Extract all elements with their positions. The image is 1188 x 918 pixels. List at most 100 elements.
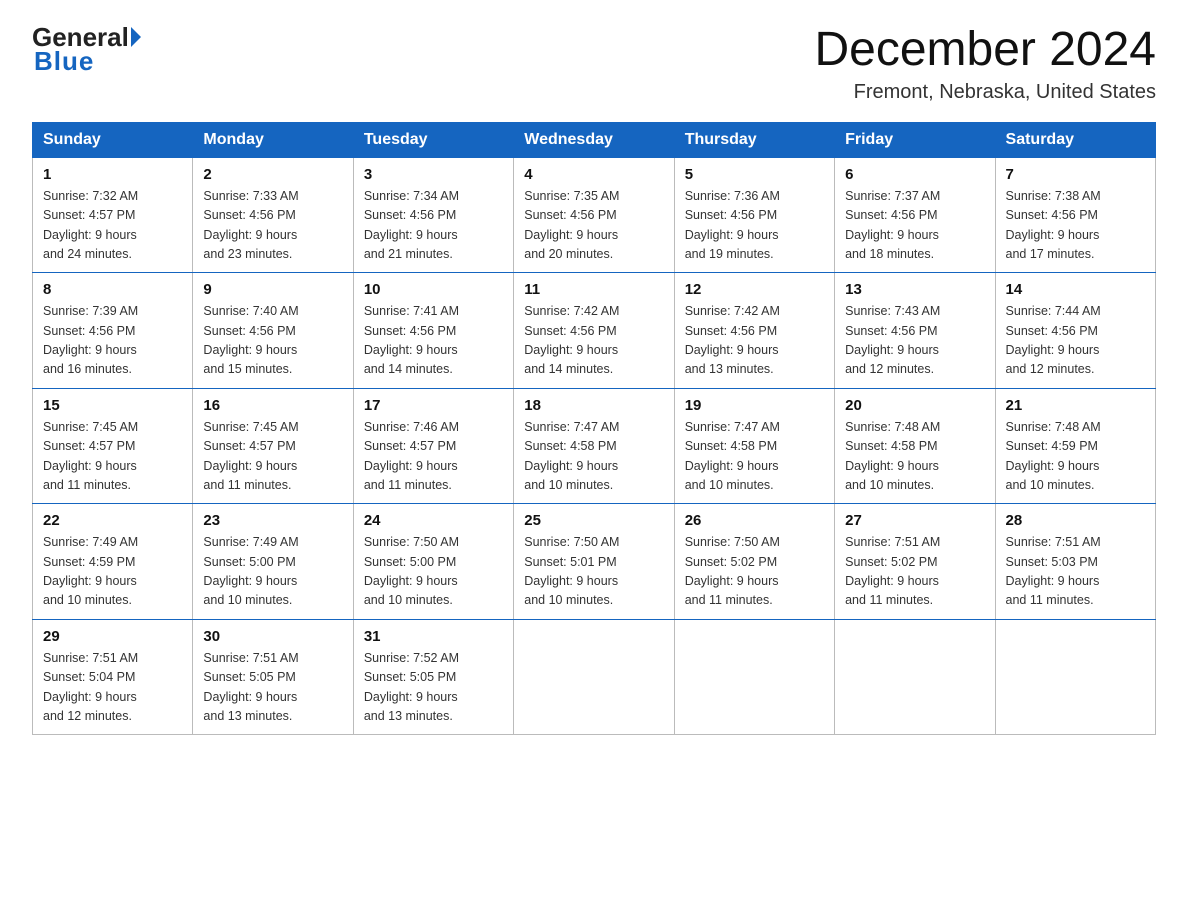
calendar-cell	[514, 619, 674, 735]
day-number: 20	[845, 397, 984, 414]
day-info: Sunrise: 7:50 AMSunset: 5:02 PMDaylight:…	[685, 533, 824, 611]
calendar-cell: 25 Sunrise: 7:50 AMSunset: 5:01 PMDayligh…	[514, 504, 674, 620]
day-info: Sunrise: 7:44 AMSunset: 4:56 PMDaylight:…	[1006, 302, 1145, 380]
day-info: Sunrise: 7:33 AMSunset: 4:56 PMDaylight:…	[203, 187, 342, 265]
calendar-title: December 2024	[814, 24, 1156, 77]
day-info: Sunrise: 7:50 AMSunset: 5:01 PMDaylight:…	[524, 533, 663, 611]
calendar-cell: 31 Sunrise: 7:52 AMSunset: 5:05 PMDayligh…	[353, 619, 513, 735]
day-number: 27	[845, 512, 984, 529]
day-number: 5	[685, 166, 824, 183]
day-header-thursday: Thursday	[674, 122, 834, 157]
day-info: Sunrise: 7:34 AMSunset: 4:56 PMDaylight:…	[364, 187, 503, 265]
calendar-cell: 10Sunrise: 7:41 AMSunset: 4:56 PMDayligh…	[353, 273, 513, 389]
day-number: 12	[685, 281, 824, 298]
day-number: 15	[43, 397, 182, 414]
calendar-cell: 29 Sunrise: 7:51 AMSunset: 5:04 PMDayligh…	[33, 619, 193, 735]
day-info: Sunrise: 7:46 AMSunset: 4:57 PMDaylight:…	[364, 418, 503, 496]
day-number: 19	[685, 397, 824, 414]
day-header-tuesday: Tuesday	[353, 122, 513, 157]
calendar-cell	[835, 619, 995, 735]
day-number: 16	[203, 397, 342, 414]
day-number: 17	[364, 397, 503, 414]
day-info: Sunrise: 7:51 AMSunset: 5:03 PMDaylight:…	[1006, 533, 1145, 611]
calendar-cell: 3 Sunrise: 7:34 AMSunset: 4:56 PMDaylight…	[353, 157, 513, 273]
calendar-cell: 2 Sunrise: 7:33 AMSunset: 4:56 PMDaylight…	[193, 157, 353, 273]
page-header: General Blue December 2024 Fremont, Nebr…	[32, 24, 1156, 104]
day-info: Sunrise: 7:37 AMSunset: 4:56 PMDaylight:…	[845, 187, 984, 265]
logo-blue: Blue	[34, 46, 94, 77]
day-info: Sunrise: 7:50 AMSunset: 5:00 PMDaylight:…	[364, 533, 503, 611]
calendar-table: SundayMondayTuesdayWednesdayThursdayFrid…	[32, 122, 1156, 736]
day-number: 21	[1006, 397, 1145, 414]
calendar-cell: 24 Sunrise: 7:50 AMSunset: 5:00 PMDayligh…	[353, 504, 513, 620]
day-number: 24	[364, 512, 503, 529]
day-info: Sunrise: 7:48 AMSunset: 4:58 PMDaylight:…	[845, 418, 984, 496]
day-number: 3	[364, 166, 503, 183]
day-header-saturday: Saturday	[995, 122, 1155, 157]
day-number: 1	[43, 166, 182, 183]
day-info: Sunrise: 7:49 AMSunset: 4:59 PMDaylight:…	[43, 533, 182, 611]
day-number: 29	[43, 628, 182, 645]
day-info: Sunrise: 7:49 AMSunset: 5:00 PMDaylight:…	[203, 533, 342, 611]
day-header-friday: Friday	[835, 122, 995, 157]
calendar-subtitle: Fremont, Nebraska, United States	[814, 81, 1156, 104]
day-info: Sunrise: 7:40 AMSunset: 4:56 PMDaylight:…	[203, 302, 342, 380]
day-number: 7	[1006, 166, 1145, 183]
day-info: Sunrise: 7:52 AMSunset: 5:05 PMDaylight:…	[364, 649, 503, 727]
day-info: Sunrise: 7:43 AMSunset: 4:56 PMDaylight:…	[845, 302, 984, 380]
day-header-sunday: Sunday	[33, 122, 193, 157]
day-number: 26	[685, 512, 824, 529]
logo: General Blue	[32, 24, 141, 77]
day-info: Sunrise: 7:36 AMSunset: 4:56 PMDaylight:…	[685, 187, 824, 265]
day-info: Sunrise: 7:38 AMSunset: 4:56 PMDaylight:…	[1006, 187, 1145, 265]
day-number: 30	[203, 628, 342, 645]
day-info: Sunrise: 7:51 AMSunset: 5:02 PMDaylight:…	[845, 533, 984, 611]
calendar-cell: 4Sunrise: 7:35 AMSunset: 4:56 PMDaylight…	[514, 157, 674, 273]
calendar-cell: 11 Sunrise: 7:42 AMSunset: 4:56 PMDayligh…	[514, 273, 674, 389]
day-header-wednesday: Wednesday	[514, 122, 674, 157]
calendar-title-area: December 2024 Fremont, Nebraska, United …	[814, 24, 1156, 104]
day-number: 8	[43, 281, 182, 298]
day-info: Sunrise: 7:39 AMSunset: 4:56 PMDaylight:…	[43, 302, 182, 380]
calendar-cell: 21Sunrise: 7:48 AMSunset: 4:59 PMDayligh…	[995, 388, 1155, 504]
calendar-cell: 30 Sunrise: 7:51 AMSunset: 5:05 PMDayligh…	[193, 619, 353, 735]
calendar-cell: 22Sunrise: 7:49 AMSunset: 4:59 PMDayligh…	[33, 504, 193, 620]
day-number: 6	[845, 166, 984, 183]
calendar-cell: 9 Sunrise: 7:40 AMSunset: 4:56 PMDaylight…	[193, 273, 353, 389]
calendar-cell: 15 Sunrise: 7:45 AMSunset: 4:57 PMDayligh…	[33, 388, 193, 504]
day-info: Sunrise: 7:32 AMSunset: 4:57 PMDaylight:…	[43, 187, 182, 265]
day-number: 31	[364, 628, 503, 645]
week-row-2: 8 Sunrise: 7:39 AMSunset: 4:56 PMDaylight…	[33, 273, 1156, 389]
calendar-cell: 6 Sunrise: 7:37 AMSunset: 4:56 PMDaylight…	[835, 157, 995, 273]
day-info: Sunrise: 7:41 AMSunset: 4:56 PMDaylight:…	[364, 302, 503, 380]
week-row-3: 15 Sunrise: 7:45 AMSunset: 4:57 PMDayligh…	[33, 388, 1156, 504]
calendar-cell: 5 Sunrise: 7:36 AMSunset: 4:56 PMDaylight…	[674, 157, 834, 273]
day-number: 11	[524, 281, 663, 298]
day-info: Sunrise: 7:45 AMSunset: 4:57 PMDaylight:…	[43, 418, 182, 496]
week-row-4: 22Sunrise: 7:49 AMSunset: 4:59 PMDayligh…	[33, 504, 1156, 620]
day-header-monday: Monday	[193, 122, 353, 157]
day-info: Sunrise: 7:51 AMSunset: 5:05 PMDaylight:…	[203, 649, 342, 727]
calendar-cell: 1 Sunrise: 7:32 AMSunset: 4:57 PMDaylight…	[33, 157, 193, 273]
week-row-1: 1 Sunrise: 7:32 AMSunset: 4:57 PMDaylight…	[33, 157, 1156, 273]
day-headers-row: SundayMondayTuesdayWednesdayThursdayFrid…	[33, 122, 1156, 157]
day-number: 23	[203, 512, 342, 529]
day-info: Sunrise: 7:51 AMSunset: 5:04 PMDaylight:…	[43, 649, 182, 727]
calendar-cell: 26 Sunrise: 7:50 AMSunset: 5:02 PMDayligh…	[674, 504, 834, 620]
day-number: 2	[203, 166, 342, 183]
day-number: 25	[524, 512, 663, 529]
calendar-cell	[674, 619, 834, 735]
day-info: Sunrise: 7:42 AMSunset: 4:56 PMDaylight:…	[524, 302, 663, 380]
calendar-cell: 23 Sunrise: 7:49 AMSunset: 5:00 PMDayligh…	[193, 504, 353, 620]
day-number: 18	[524, 397, 663, 414]
week-row-5: 29 Sunrise: 7:51 AMSunset: 5:04 PMDayligh…	[33, 619, 1156, 735]
day-number: 14	[1006, 281, 1145, 298]
calendar-cell: 17 Sunrise: 7:46 AMSunset: 4:57 PMDayligh…	[353, 388, 513, 504]
logo-arrow-icon	[131, 27, 141, 47]
calendar-cell: 8 Sunrise: 7:39 AMSunset: 4:56 PMDaylight…	[33, 273, 193, 389]
calendar-cell: 27 Sunrise: 7:51 AMSunset: 5:02 PMDayligh…	[835, 504, 995, 620]
calendar-cell: 12Sunrise: 7:42 AMSunset: 4:56 PMDayligh…	[674, 273, 834, 389]
day-info: Sunrise: 7:45 AMSunset: 4:57 PMDaylight:…	[203, 418, 342, 496]
day-number: 13	[845, 281, 984, 298]
day-number: 9	[203, 281, 342, 298]
